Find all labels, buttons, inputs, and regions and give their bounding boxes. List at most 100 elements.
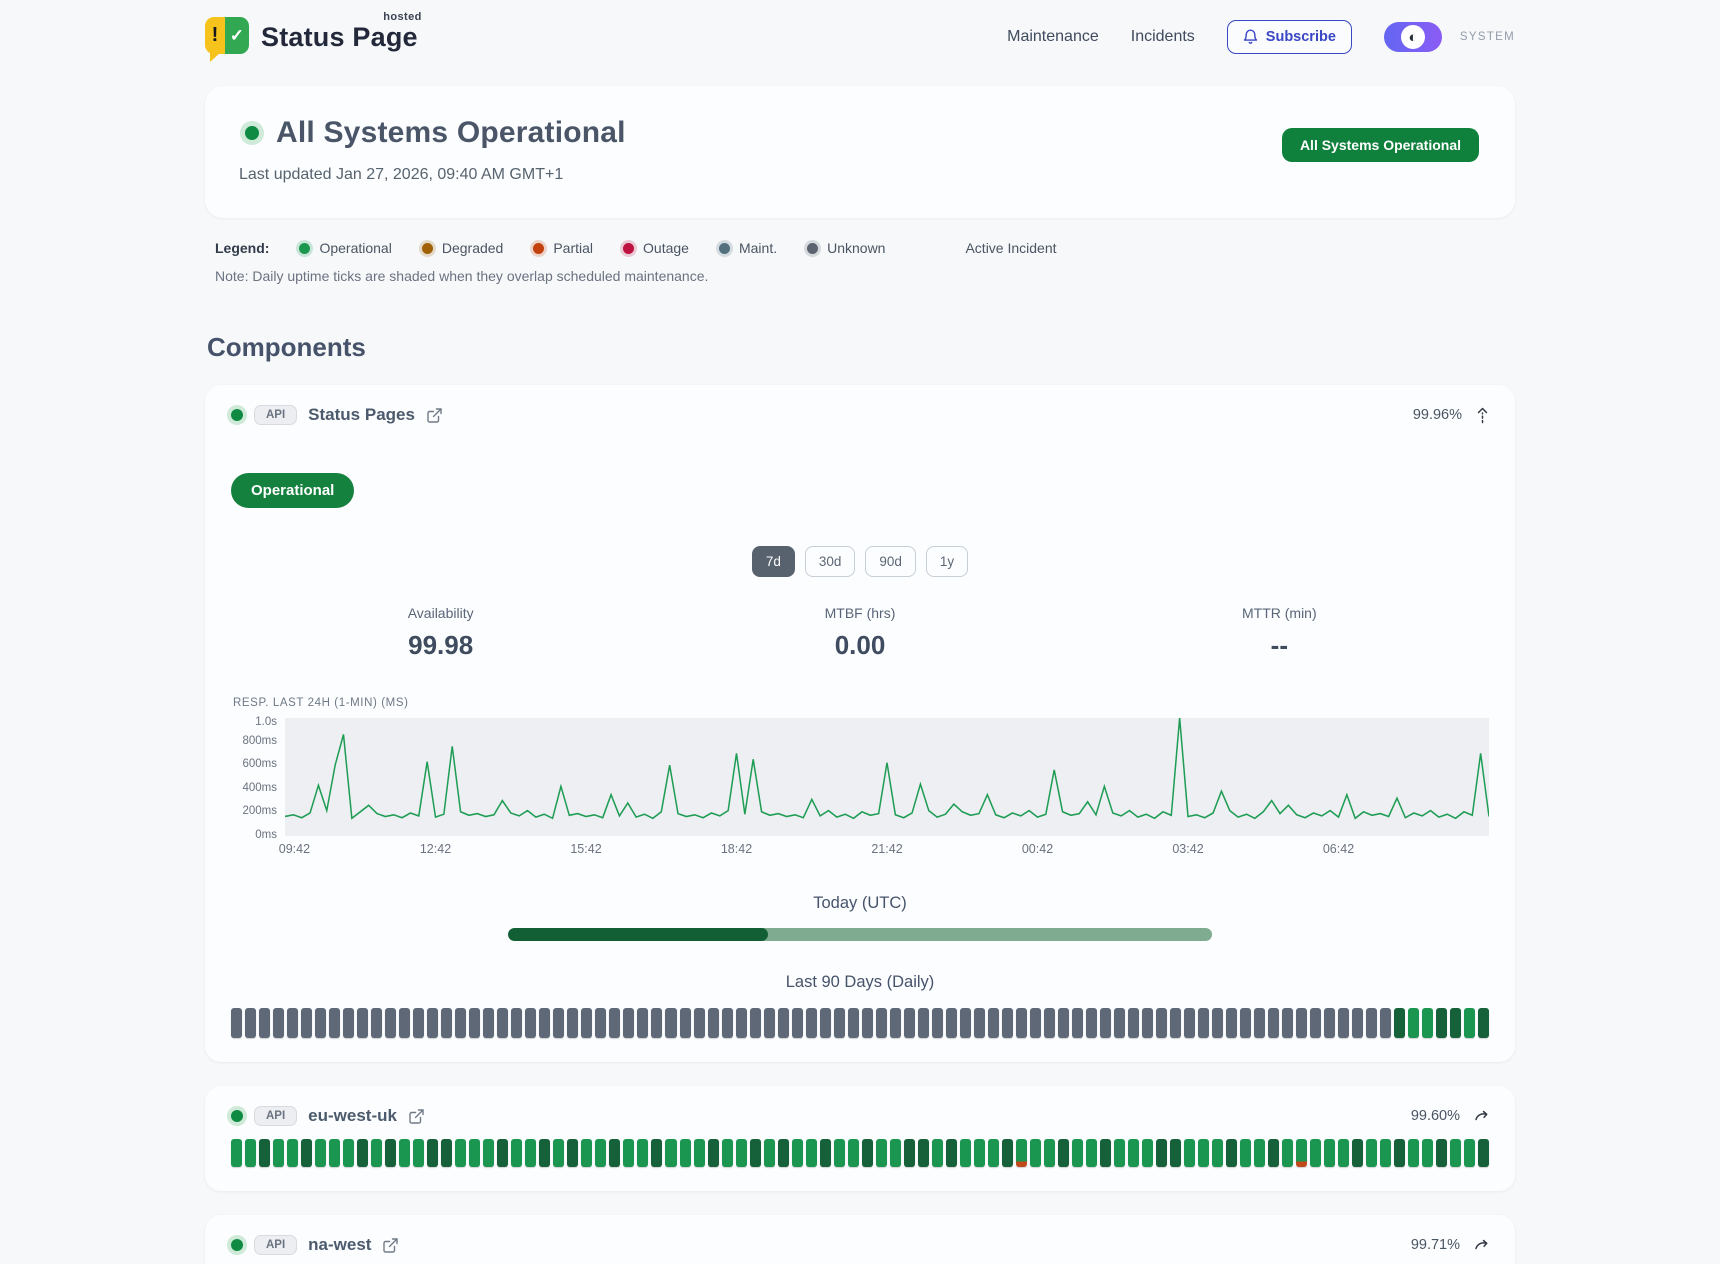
uptime-tick <box>1128 1139 1139 1167</box>
uptime-tick <box>329 1008 340 1038</box>
uptime-tick <box>1436 1139 1447 1167</box>
x-tick-label: 15:42 <box>570 842 601 856</box>
uptime-tick <box>1422 1139 1433 1167</box>
uptime-tick <box>820 1008 831 1038</box>
component-uptime-percent: 99.96% <box>1413 407 1462 423</box>
uptime-tick <box>1212 1008 1223 1038</box>
expand-icon[interactable] <box>1474 1239 1489 1251</box>
uptime-tick <box>609 1139 620 1167</box>
contrast-icon: ◐ <box>1401 25 1425 49</box>
uptime-tick <box>1352 1008 1363 1038</box>
external-link-icon[interactable] <box>382 1237 399 1254</box>
uptime-tick <box>1408 1139 1419 1167</box>
uptime-tick <box>371 1008 382 1038</box>
range-button-90d[interactable]: 90d <box>865 546 916 577</box>
uptime-tick <box>806 1008 817 1038</box>
collapse-icon[interactable] <box>1476 407 1489 424</box>
expand-icon[interactable] <box>1474 1110 1489 1122</box>
uptime-tick <box>1310 1139 1321 1167</box>
component-header[interactable]: API na-west 99.71% <box>231 1235 1489 1255</box>
theme-mode-label: SYSTEM <box>1460 31 1515 43</box>
uptime-tick <box>1016 1008 1027 1038</box>
nav-incidents[interactable]: Incidents <box>1131 28 1195 46</box>
range-button-7d[interactable]: 7d <box>752 546 795 577</box>
uptime-tick <box>1240 1008 1251 1038</box>
uptime-tick <box>245 1008 256 1038</box>
uptime-tick <box>483 1008 494 1038</box>
uptime-tick <box>1114 1008 1125 1038</box>
uptime-tick <box>511 1008 522 1038</box>
maintenance-dot-icon <box>719 243 730 254</box>
component-header[interactable]: API Status Pages 99.96% <box>231 405 1489 425</box>
subscribe-button[interactable]: Subscribe <box>1227 20 1352 54</box>
y-tick-label: 1.0s <box>255 716 277 728</box>
uptime-tick <box>974 1139 985 1167</box>
uptime-tick <box>1002 1139 1013 1167</box>
uptime-tick <box>665 1139 676 1167</box>
uptime-tick <box>581 1139 592 1167</box>
component-status-dot <box>231 1239 243 1251</box>
chart-plot-area <box>285 718 1489 836</box>
uptime-tick <box>806 1139 817 1167</box>
uptime-tick <box>315 1139 326 1167</box>
external-link-icon[interactable] <box>426 407 443 424</box>
uptime-tick <box>413 1139 424 1167</box>
range-button-1y[interactable]: 1y <box>926 546 968 577</box>
uptime-tick <box>1254 1008 1265 1038</box>
external-link-icon[interactable] <box>408 1108 425 1125</box>
uptime-tick <box>974 1008 985 1038</box>
component-name: Status Pages <box>308 405 415 425</box>
uptime-tick <box>1002 1008 1013 1038</box>
x-tick-label: 21:42 <box>871 842 902 856</box>
theme-toggle[interactable]: ◐ <box>1384 22 1442 52</box>
uptime-tick <box>792 1008 803 1038</box>
x-tick-label: 09:42 <box>279 842 310 856</box>
uptime-tick <box>637 1008 648 1038</box>
uptime-tick <box>1170 1008 1181 1038</box>
uptime-tick <box>1464 1139 1475 1167</box>
uptime-tick <box>329 1139 340 1167</box>
x-tick-label: 12:42 <box>420 842 451 856</box>
uptime-tick <box>1408 1008 1419 1038</box>
uptime-tick <box>525 1008 536 1038</box>
components-heading: Components <box>207 332 1515 363</box>
uptime-tick <box>1254 1139 1265 1167</box>
uptime-tick <box>1282 1008 1293 1038</box>
stat-mtbf: MTBF (hrs) 0.00 <box>650 605 1069 661</box>
uptime-tick <box>1198 1139 1209 1167</box>
uptime-tick-row <box>231 1008 1489 1038</box>
brand-hosted-label: hosted <box>383 11 421 23</box>
legend-item-operational: Operational <box>299 240 391 256</box>
uptime-tick <box>1184 1008 1195 1038</box>
uptime-tick <box>1086 1008 1097 1038</box>
legend-item-outage: Outage <box>623 240 689 256</box>
uptime-tick <box>651 1008 662 1038</box>
uptime-tick <box>988 1008 999 1038</box>
uptime-tick <box>890 1008 901 1038</box>
y-tick-label: 400ms <box>242 782 277 794</box>
uptime-tick <box>1072 1008 1083 1038</box>
today-utc-label: Today (UTC) <box>231 894 1489 913</box>
uptime-tick <box>1198 1008 1209 1038</box>
chart-y-axis: 1.0s800ms600ms400ms200ms0ms <box>231 718 285 836</box>
uptime-tick <box>708 1139 719 1167</box>
component-header[interactable]: API eu-west-uk 99.60% <box>231 1106 1489 1126</box>
uptime-tick <box>876 1139 887 1167</box>
today-progress-fill <box>508 928 769 941</box>
component-uptime-percent: 99.71% <box>1411 1237 1460 1253</box>
uptime-tick <box>1338 1008 1349 1038</box>
range-button-30d[interactable]: 30d <box>805 546 856 577</box>
uptime-tick <box>708 1008 719 1038</box>
uptime-tick <box>932 1008 943 1038</box>
uptime-tick <box>946 1008 957 1038</box>
uptime-tick <box>1394 1139 1405 1167</box>
uptime-tick <box>960 1139 971 1167</box>
y-tick-label: 200ms <box>242 805 277 817</box>
component-name: eu-west-uk <box>308 1106 397 1126</box>
nav-maintenance[interactable]: Maintenance <box>1007 28 1099 46</box>
uptime-tick <box>623 1008 634 1038</box>
uptime-tick <box>1394 1008 1405 1038</box>
uptime-tick <box>834 1139 845 1167</box>
uptime-tick <box>750 1139 761 1167</box>
uptime-tick <box>1324 1008 1335 1038</box>
